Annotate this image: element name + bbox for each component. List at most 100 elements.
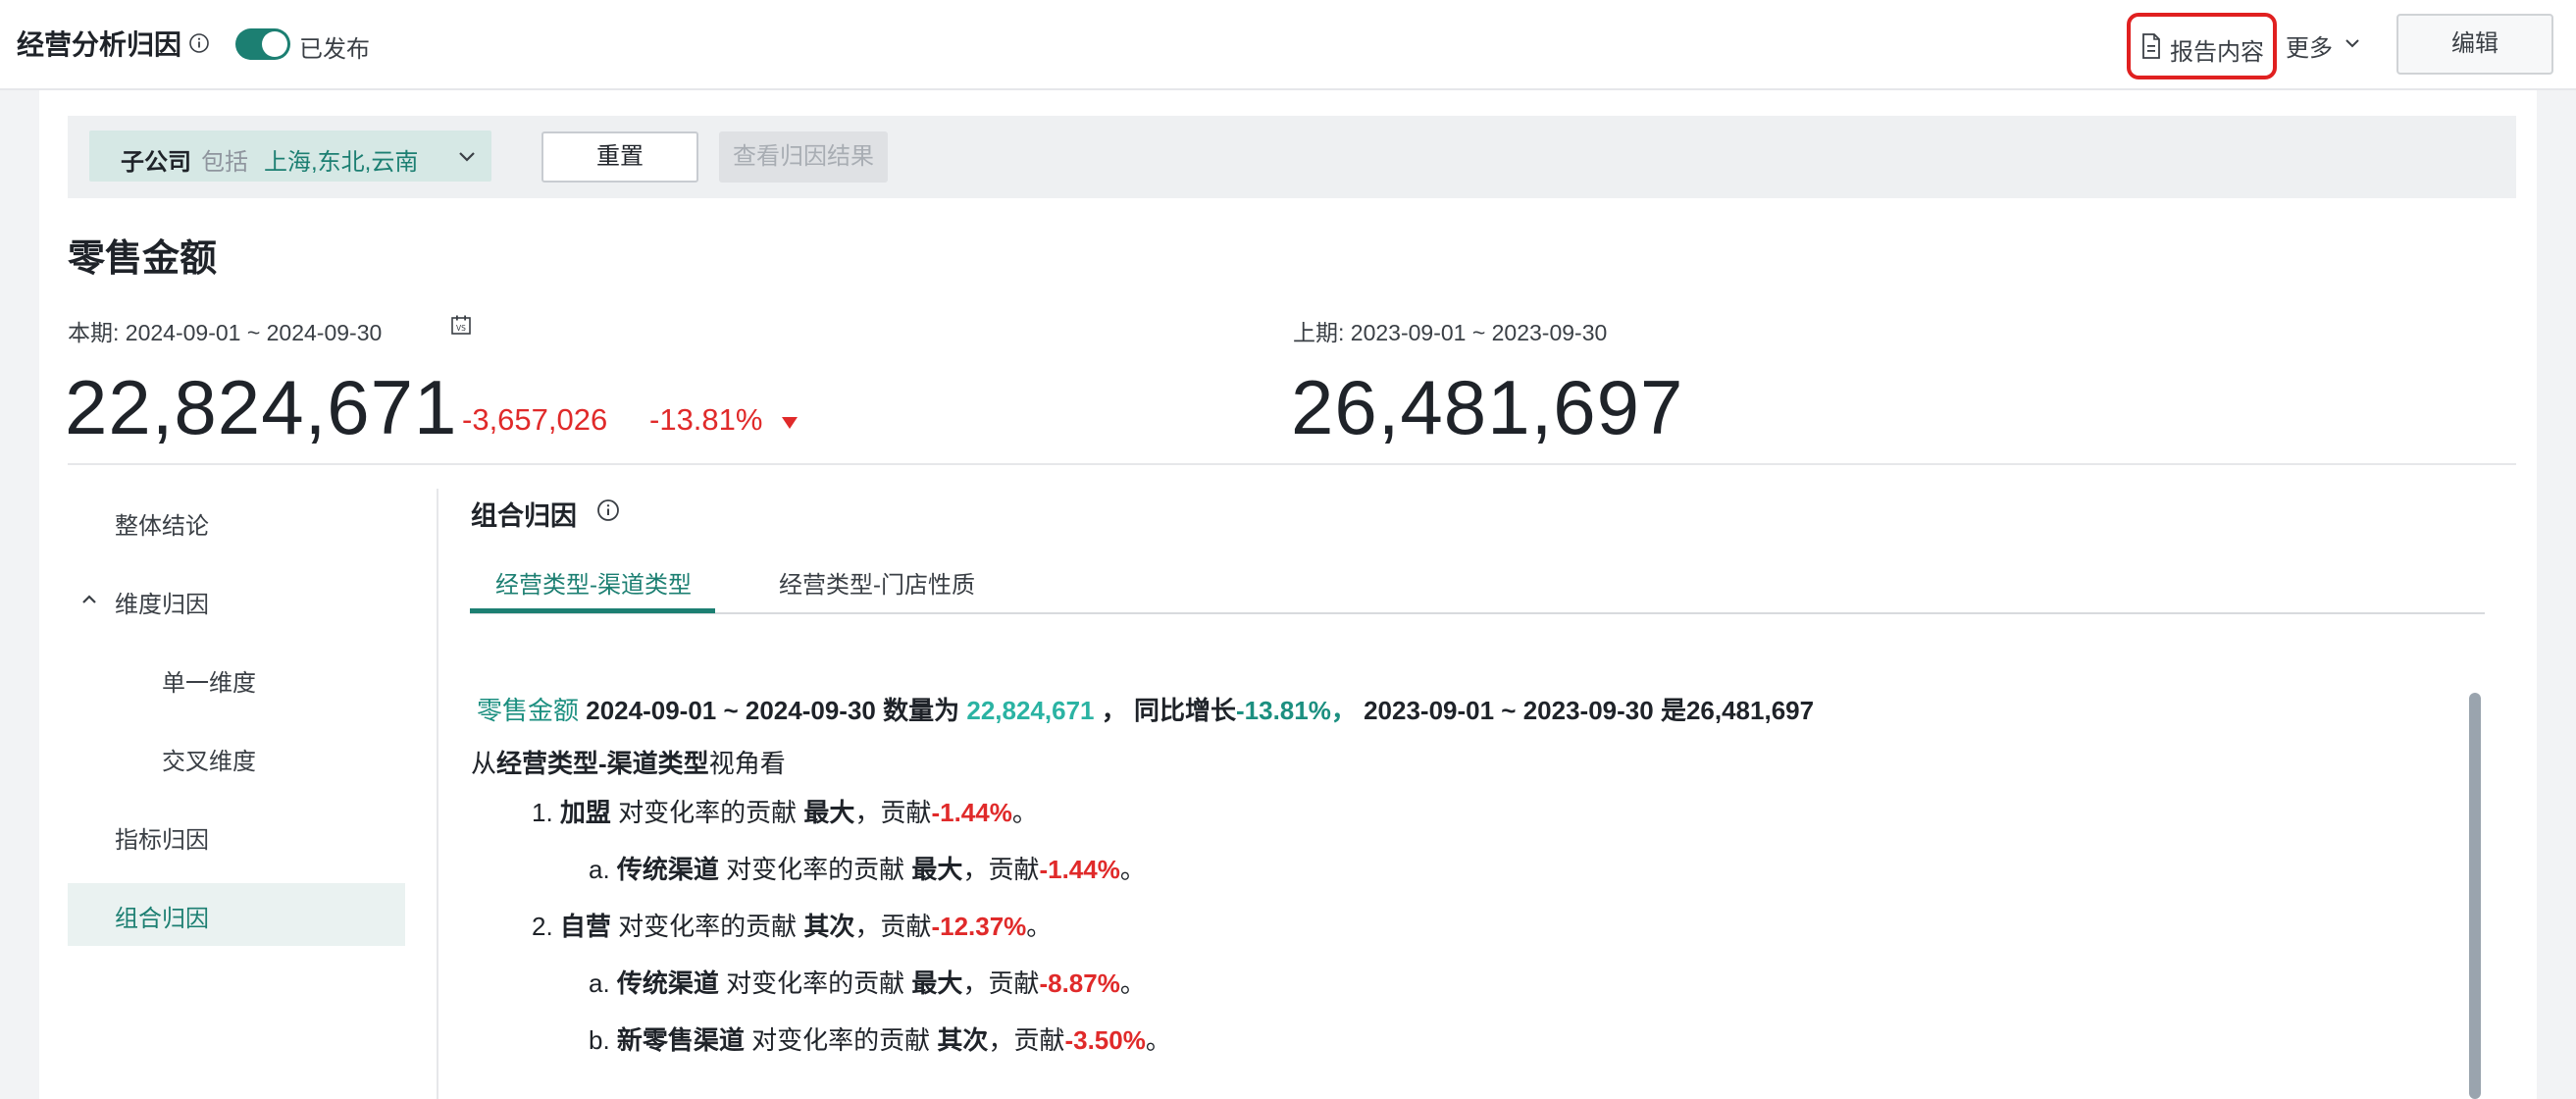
nav-item-combination[interactable]: 组合归因 [115, 899, 209, 933]
filter-subsidiary[interactable]: 子公司 包括 上海,东北,云南 [89, 131, 491, 182]
summary-qty-label: 数量为 [883, 696, 960, 725]
edit-button[interactable]: 编辑 [2396, 14, 2553, 75]
item-contrib: ，贡献 [988, 1025, 1065, 1055]
list-marker: a. [589, 855, 610, 884]
nav-item-cross-dimension[interactable]: 交叉维度 [162, 742, 256, 776]
list-item: b. 新零售渠道 对变化率的贡献 其次，贡献-3.50%。 [589, 1020, 1171, 1057]
item-rank: 最大 [911, 968, 963, 998]
app-title: 经营分析归因 [17, 29, 182, 60]
item-value: -1.44% [931, 798, 1012, 827]
down-arrow-icon [782, 417, 798, 429]
vertical-divider [437, 489, 438, 1099]
item-value: -8.87% [1039, 968, 1120, 998]
item-mid: 对变化率的贡献 [726, 855, 905, 884]
chevron-down-icon[interactable] [2343, 33, 2362, 53]
summary-is-label: 是 [1660, 696, 1686, 725]
reset-button[interactable]: 重置 [541, 131, 698, 183]
item-name: 传统渠道 [616, 968, 719, 998]
top-bar: 经营分析归因 已发布 报告内容 更多 编辑 [0, 0, 2576, 90]
list-item: a. 传统渠道 对变化率的贡献 最大，贡献-8.87%。 [589, 964, 1146, 1000]
nav-item-single-dimension[interactable]: 单一维度 [162, 663, 256, 698]
item-end: 。 [1026, 912, 1053, 941]
list-item: 2. 自营 对变化率的贡献 其次，贡献-12.37%。 [532, 907, 1052, 943]
info-icon[interactable] [188, 32, 210, 54]
svg-text:VS: VS [456, 324, 466, 333]
item-value: -1.44% [1039, 855, 1120, 884]
toggle-knob [262, 31, 287, 57]
tab-business-store[interactable]: 经营类型-门店性质 [779, 565, 975, 600]
item-contrib: ，贡献 [962, 968, 1040, 998]
previous-value: 26,481,697 [1291, 364, 1684, 450]
item-mid: 对变化率的贡献 [618, 798, 798, 827]
chevron-up-icon[interactable] [80, 591, 98, 608]
filter-values: 上海,东北,云南 [264, 149, 419, 176]
summary-metric: 零售金额 [477, 696, 580, 725]
summary-growth-label: 同比增长 [1133, 696, 1236, 725]
item-contrib: ，贡献 [854, 798, 932, 827]
previous-period: 上期: 2023-09-01 ~ 2023-09-30 [1293, 320, 1608, 345]
delta-percent: -13.81% [649, 402, 763, 437]
item-mid: 对变化率的贡献 [618, 912, 798, 941]
divider [68, 463, 2516, 465]
delta-absolute: -3,657,026 [462, 402, 608, 437]
list-marker: 1. [532, 798, 553, 827]
publish-toggle[interactable] [235, 28, 290, 60]
more-button[interactable]: 更多 [2286, 28, 2333, 63]
perspective-line: 从经营类型-渠道类型视角看 [471, 744, 786, 780]
item-value: -3.50% [1064, 1025, 1146, 1055]
summary-prev-value: 26,481,697 [1685, 696, 1815, 725]
filter-operator: 包括 [201, 149, 248, 176]
item-rank: 最大 [911, 855, 963, 884]
item-name: 传统渠道 [616, 855, 719, 884]
item-name: 新零售渠道 [616, 1025, 745, 1055]
list-marker: a. [589, 968, 610, 998]
current-value: 22,824,671 [65, 364, 458, 450]
chevron-down-icon [459, 152, 475, 162]
view-result-button: 查看归因结果 [719, 131, 888, 183]
nav-item-dimension[interactable]: 维度归因 [115, 585, 209, 619]
document-icon [2142, 33, 2160, 59]
item-end: 。 [1119, 968, 1146, 998]
summary-line: 零售金额 2024-09-01 ~ 2024-09-30 数量为 22,824,… [477, 691, 1814, 727]
summary-period: 2024-09-01 ~ 2024-09-30 [586, 696, 876, 725]
item-mid: 对变化率的贡献 [751, 1025, 931, 1055]
perspective-prefix: 从 [471, 749, 497, 778]
nav-item-overall[interactable]: 整体结论 [115, 506, 209, 541]
item-name: 加盟 [559, 798, 611, 827]
item-end: 。 [1119, 855, 1146, 884]
section-title: 组合归因 [471, 501, 577, 531]
perspective-suffix: 视角看 [708, 749, 786, 778]
filter-key: 子公司 [121, 149, 191, 176]
active-tab-underline [470, 608, 715, 613]
metric-title: 零售金额 [68, 238, 218, 280]
item-end: 。 [1011, 798, 1038, 827]
vs-compare-icon[interactable]: VS [450, 314, 472, 336]
item-name: 自营 [559, 912, 611, 941]
summary-qty-value: 22,824,671 [966, 696, 1095, 725]
item-rank: 其次 [937, 1025, 989, 1055]
item-contrib: ，贡献 [854, 912, 932, 941]
report-content-button[interactable]: 报告内容 [2127, 13, 2277, 79]
list-item: a. 传统渠道 对变化率的贡献 最大，贡献-1.44%。 [589, 850, 1146, 886]
summary-prev-period: 2023-09-01 ~ 2023-09-30 [1364, 696, 1654, 725]
tab-business-channel[interactable]: 经营类型-渠道类型 [495, 565, 692, 600]
summary-sep: ， [1101, 696, 1127, 725]
current-period: 本期: 2024-09-01 ~ 2024-09-30 [68, 320, 383, 345]
summary-growth-value: -13.81%， [1236, 696, 1357, 725]
item-value: -12.37% [931, 912, 1027, 941]
item-mid: 对变化率的贡献 [726, 968, 905, 998]
list-item: 1. 加盟 对变化率的贡献 最大，贡献-1.44%。 [532, 793, 1038, 829]
perspective-dim: 经营类型-渠道类型 [496, 749, 709, 778]
main-card: 子公司 包括 上海,东北,云南 重置 查看归因结果 零售金额 本期: 2024-… [39, 90, 2537, 1099]
list-marker: b. [589, 1025, 610, 1055]
publish-status-label: 已发布 [299, 36, 370, 63]
report-content-label: 报告内容 [2170, 39, 2264, 66]
tabs-baseline [470, 612, 2485, 614]
scrollbar[interactable] [2469, 693, 2481, 1099]
info-icon[interactable] [596, 498, 620, 522]
filter-bar: 子公司 包括 上海,东北,云南 重置 查看归因结果 [68, 116, 2516, 198]
nav-item-indicator[interactable]: 指标归因 [115, 820, 209, 855]
item-contrib: ，贡献 [962, 855, 1040, 884]
item-rank: 其次 [803, 912, 855, 941]
item-end: 。 [1145, 1025, 1171, 1055]
